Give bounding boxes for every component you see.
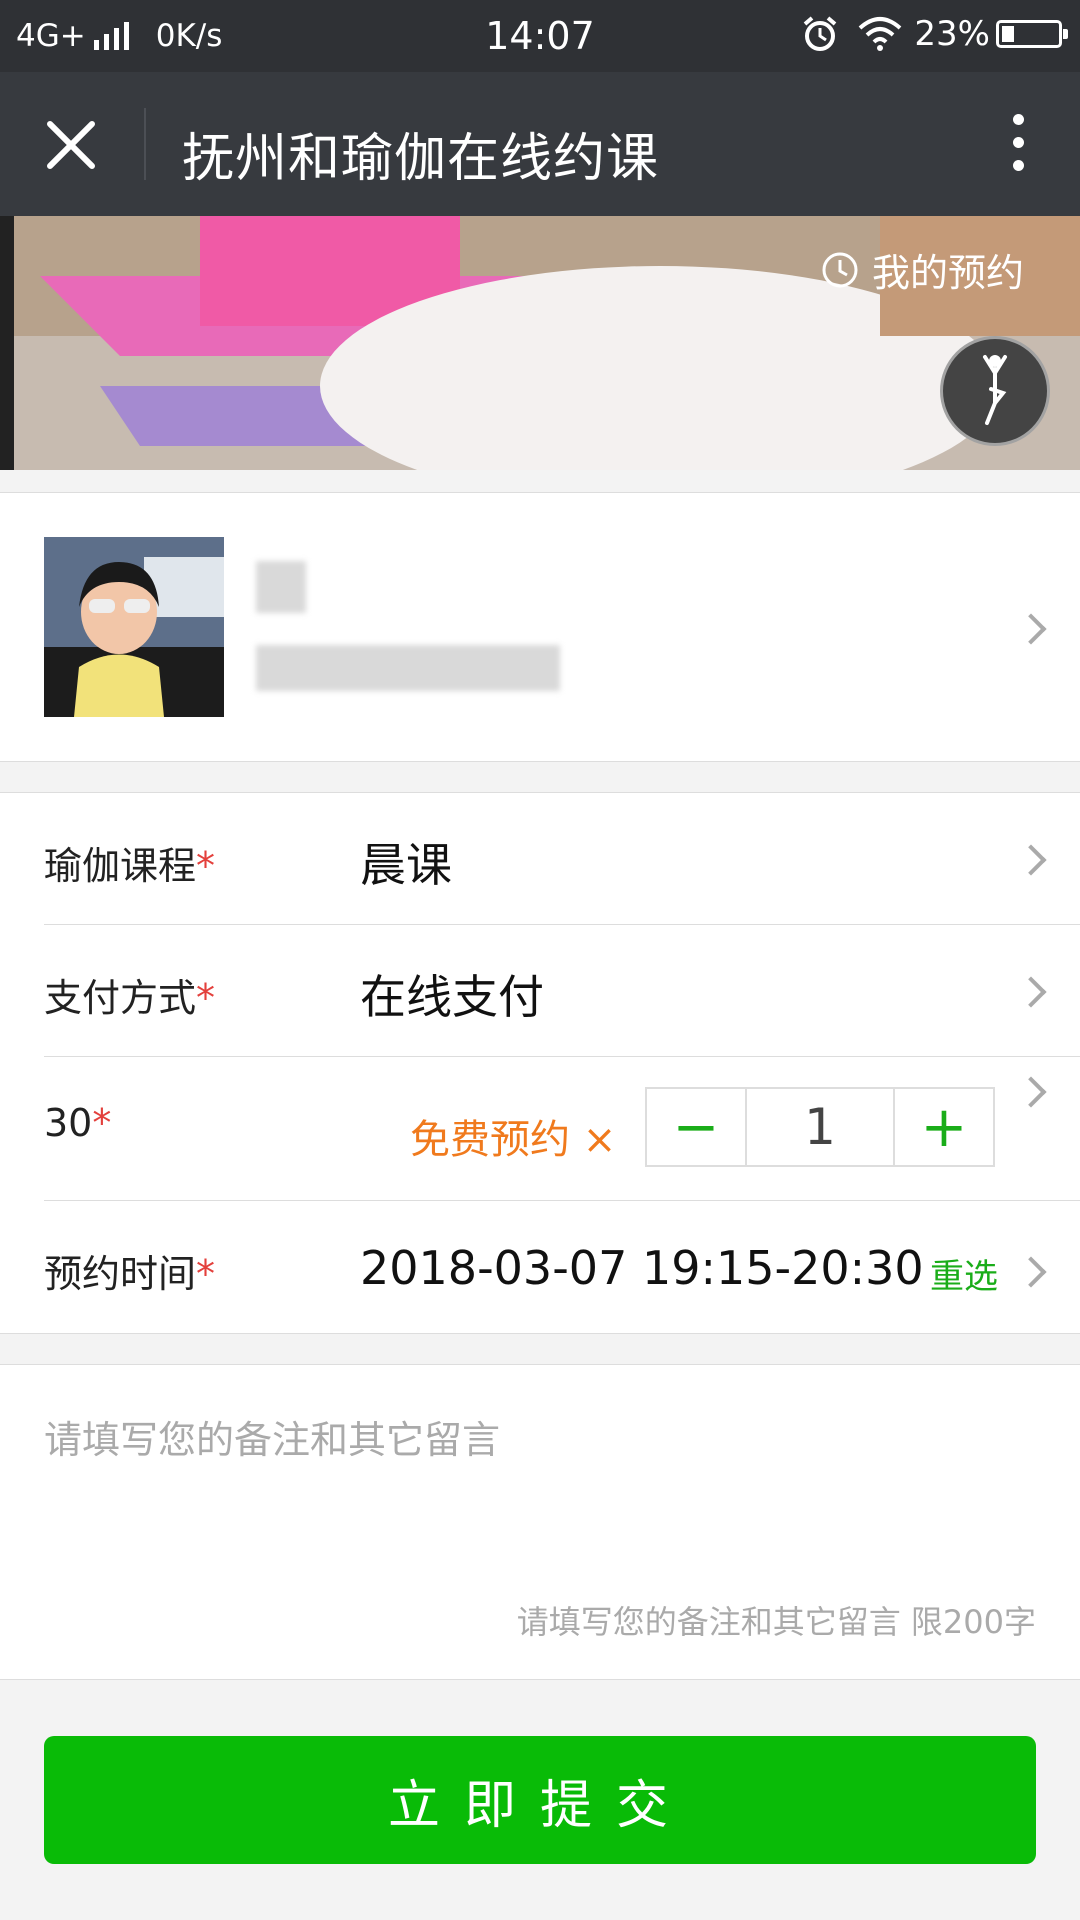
free-booking-label: 免费预约 × (410, 1117, 617, 1163)
time-label: 预约时间* (44, 1252, 216, 1296)
my-booking-link[interactable]: 我的预约 (820, 242, 1024, 297)
course-row[interactable]: 瑜伽课程* 晨课 (0, 793, 1080, 925)
my-booking-label: 我的预约 (871, 251, 1024, 295)
blurred-name (256, 561, 306, 613)
note-placeholder: 请填写您的备注和其它留言 (44, 1418, 501, 1462)
status-bar: 4G+ 0K/s 14:07 23% (0, 0, 1080, 72)
quantity-row: 30* 免费预约 × − 1 + (0, 1057, 1080, 1201)
nav-separator (144, 108, 146, 180)
blurred-phone (256, 645, 560, 691)
chevron-right-icon (1015, 976, 1047, 1008)
plus-button[interactable]: + (895, 1089, 993, 1165)
nav-bar: 抚州和瑜伽在线约课 (0, 72, 1080, 216)
note-field[interactable]: 请填写您的备注和其它留言 请填写您的备注和其它留言 限200字 (0, 1364, 1080, 1680)
battery-icon (996, 20, 1068, 48)
quantity-label: 30* (44, 1101, 112, 1145)
payment-label: 支付方式* (44, 976, 216, 1020)
chevron-right-icon (1015, 844, 1047, 876)
chevron-right-icon (1015, 1076, 1047, 1108)
banner: 我的预约 (0, 216, 1080, 470)
yoga-pose-icon (983, 355, 1007, 425)
reselect-button[interactable]: 重选 (930, 1249, 998, 1298)
clock-icon (822, 252, 858, 287)
minus-button[interactable]: − (647, 1089, 745, 1165)
close-icon[interactable] (46, 120, 96, 170)
chevron-right-icon (1015, 613, 1047, 645)
yoga-logo (940, 336, 1050, 446)
page-title: 抚州和瑜伽在线约课 (182, 129, 660, 189)
note-limit-hint: 请填写您的备注和其它留言 限200字 (516, 1603, 1036, 1641)
chevron-right-icon (1015, 1256, 1047, 1288)
more-icon[interactable] (1006, 114, 1030, 178)
course-label: 瑜伽课程* (44, 844, 216, 888)
payment-value: 在线支付 (360, 970, 544, 1024)
avatar (44, 537, 224, 717)
battery-percent: 23% (914, 14, 990, 54)
user-profile-card[interactable] (0, 492, 1080, 762)
payment-row[interactable]: 支付方式* 在线支付 (0, 925, 1080, 1057)
course-value: 晨课 (360, 838, 452, 892)
quantity-value[interactable]: 1 (745, 1089, 895, 1165)
submit-button[interactable]: 立即提交 (44, 1736, 1036, 1864)
time-value: 2018-03-07 19:15-20:30 (360, 1241, 924, 1295)
booking-form: 瑜伽课程* 晨课 支付方式* 在线支付 30* 免费预约 × − 1 + 预约时… (0, 792, 1080, 1334)
alarm-icon (804, 16, 837, 51)
quantity-stepper: − 1 + (645, 1087, 995, 1167)
status-right: 23% (800, 14, 1068, 54)
time-row[interactable]: 预约时间* 2018-03-07 19:15-20:30 重选 (0, 1201, 1080, 1333)
wifi-icon (859, 17, 902, 51)
